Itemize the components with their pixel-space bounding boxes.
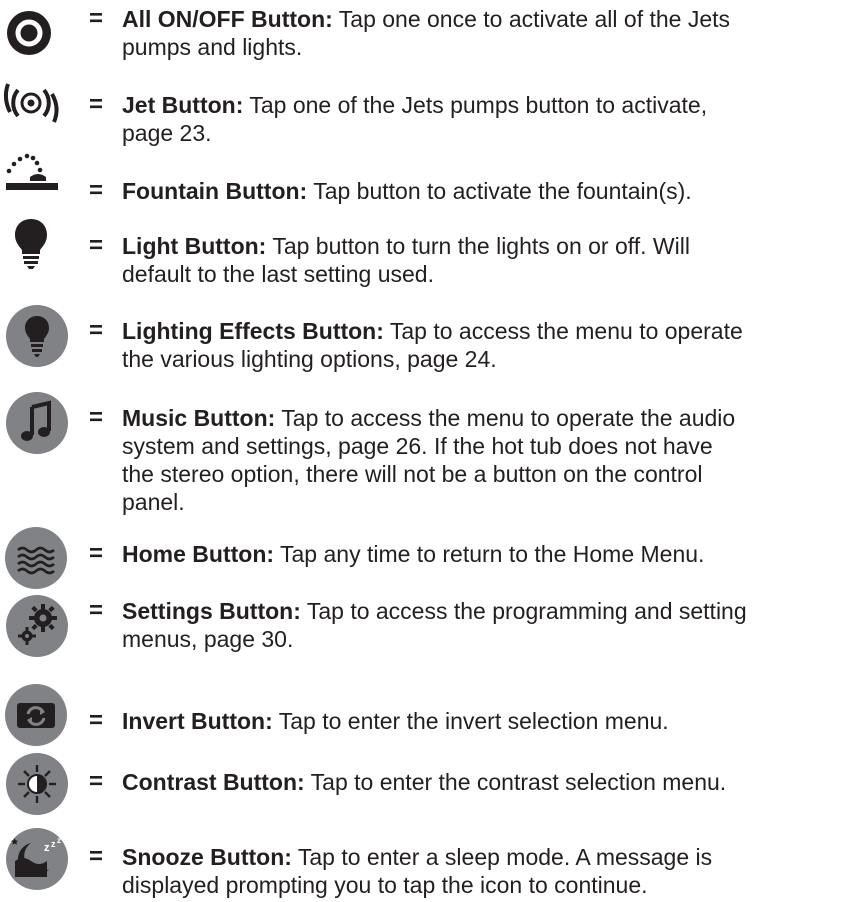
- svg-text:z: z: [51, 839, 56, 849]
- item-desc-line: Tap to enter the contrast selection menu…: [310, 769, 727, 795]
- item-term: Lighting Effects Button:: [122, 318, 384, 344]
- item-desc-line: menus, page 30.: [122, 626, 294, 652]
- item-desc-line: Tap one of the Jets pumps button to acti…: [249, 92, 708, 118]
- item-desc-line: Tap to enter a sleep mode. A message is: [297, 844, 713, 870]
- item-description: Light Button: Tap button to turn the lig…: [122, 232, 847, 288]
- all-on-off-icon: [7, 11, 51, 55]
- item-desc-line: Tap to access the menu to operate: [389, 318, 743, 344]
- equals-sign: =: [89, 843, 104, 870]
- item-desc-line: Tap to access the programming and settin…: [306, 598, 747, 624]
- item-description: Invert Button: Tap to enter the invert s…: [122, 707, 847, 735]
- music-note-icon: [6, 392, 68, 454]
- item-term: Fountain Button:: [122, 178, 308, 204]
- item-term: Light Button:: [122, 233, 267, 259]
- item-description: All ON/OFF Button: Tap one once to activ…: [122, 5, 847, 61]
- item-description: Home Button: Tap any time to return to t…: [122, 540, 847, 568]
- item-description: Music Button: Tap to access the menu to …: [122, 404, 847, 516]
- item-description: Snooze Button: Tap to enter a sleep mode…: [122, 843, 847, 899]
- item-desc-line: Tap button to activate the fountain(s).: [313, 178, 692, 204]
- item-desc-line: default to the last setting used.: [122, 261, 434, 287]
- svg-text:z: z: [44, 842, 50, 854]
- item-description: Fountain Button: Tap button to activate …: [122, 177, 847, 205]
- item-term: Settings Button:: [122, 598, 301, 624]
- item-description: Lighting Effects Button: Tap to access t…: [122, 317, 847, 373]
- item-desc-line: Tap to enter the invert selection menu.: [278, 708, 669, 734]
- item-desc-line: Tap to access the menu to operate the au…: [281, 405, 736, 431]
- equals-sign: =: [89, 707, 104, 734]
- item-desc-line: the various lighting options, page 24.: [122, 346, 497, 372]
- item-desc-line: displayed prompting you to tap the icon …: [122, 872, 648, 898]
- item-description: Contrast Button: Tap to enter the contra…: [122, 768, 847, 796]
- item-term: Contrast Button:: [122, 769, 305, 795]
- item-term: Music Button:: [122, 405, 276, 431]
- item-term: Jet Button:: [122, 92, 244, 118]
- item-description: Jet Button: Tap one of the Jets pumps bu…: [122, 91, 847, 147]
- item-desc-line: Tap button to turn the lights on or off.…: [272, 233, 690, 259]
- lighting-effects-icon: [6, 305, 68, 367]
- equals-sign: =: [89, 5, 104, 32]
- item-term: All ON/OFF Button:: [122, 6, 333, 32]
- equals-sign: =: [89, 768, 104, 795]
- item-term: Invert Button:: [122, 708, 273, 734]
- invert-icon: [5, 684, 67, 746]
- svg-text:z: z: [57, 836, 61, 845]
- light-bulb-icon: [15, 219, 47, 269]
- equals-sign: =: [89, 91, 104, 118]
- item-desc-line: pumps and lights.: [122, 34, 303, 60]
- equals-sign: =: [89, 597, 104, 624]
- item-desc-line: panel.: [122, 489, 185, 515]
- item-desc-line: Tap one once to activate all of the Jets: [338, 6, 731, 32]
- equals-sign: =: [89, 404, 104, 431]
- equals-sign: =: [89, 232, 104, 259]
- contrast-icon: [6, 753, 68, 815]
- equals-sign: =: [89, 540, 104, 567]
- home-waves-icon: [5, 527, 67, 589]
- item-desc-line: Tap any time to return to the Home Menu.: [280, 541, 705, 567]
- item-description: Settings Button: Tap to access the progr…: [122, 597, 847, 653]
- equals-sign: =: [89, 177, 104, 204]
- equals-sign: =: [89, 317, 104, 344]
- item-desc-line: the stereo option, there will not be a b…: [122, 461, 703, 487]
- item-desc-line: page 23.: [122, 120, 212, 146]
- item-term: Home Button:: [122, 541, 275, 567]
- settings-gears-icon: [6, 595, 68, 657]
- item-desc-line: system and settings, page 26. If the hot…: [122, 433, 713, 459]
- fountain-icon: [6, 153, 58, 190]
- jet-icon: [3, 83, 59, 123]
- snooze-icon: z z z: [6, 828, 68, 890]
- item-term: Snooze Button:: [122, 844, 292, 870]
